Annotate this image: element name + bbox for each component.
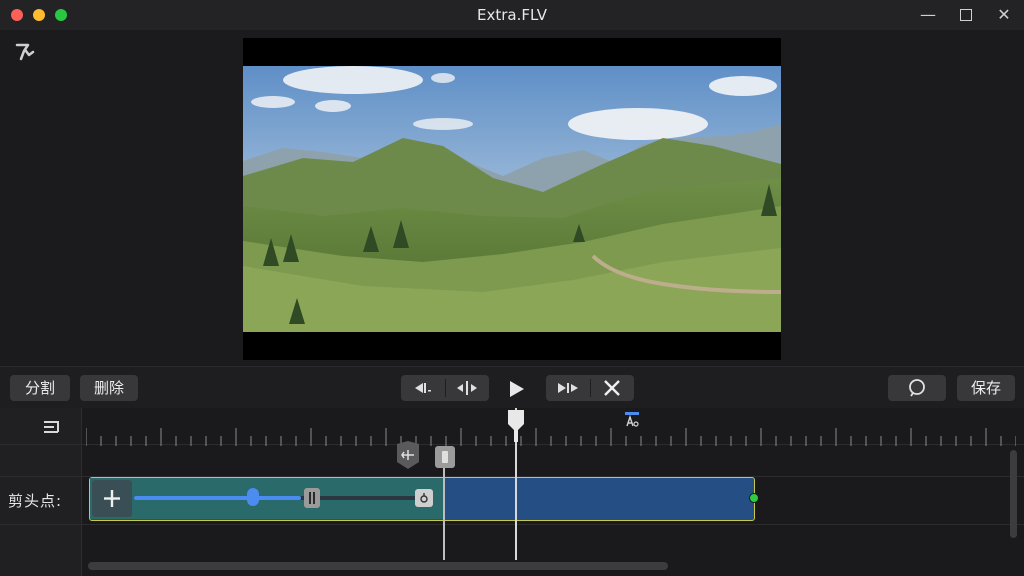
video-frame-landscape xyxy=(243,66,781,332)
cut-slider-track[interactable] xyxy=(134,496,422,500)
loop-icon xyxy=(420,493,428,503)
split-marker-icon[interactable] xyxy=(395,440,421,470)
cut-handle-grip-icon xyxy=(442,451,448,463)
scissors-icon[interactable] xyxy=(590,375,634,401)
trim-left-group xyxy=(401,375,489,401)
grip-icon xyxy=(309,492,315,504)
text-marker-icon[interactable] xyxy=(624,412,640,430)
title-bar: Extra.FLV — ✕ xyxy=(0,0,1024,30)
clip-end-point[interactable] xyxy=(749,493,759,503)
maximize-button[interactable] xyxy=(954,4,978,26)
playhead-handle[interactable] xyxy=(506,408,526,444)
trim-end-icon[interactable] xyxy=(546,375,590,401)
app-logo-icon[interactable] xyxy=(14,40,38,64)
maximize-icon xyxy=(960,9,972,21)
video-preview[interactable] xyxy=(243,38,781,360)
cut-handle[interactable] xyxy=(435,446,455,468)
cut-slider-fill xyxy=(134,496,302,500)
split-button[interactable]: 分割 xyxy=(10,375,70,401)
window-title: Extra.FLV xyxy=(477,6,547,24)
timeline-ruler[interactable] xyxy=(86,422,1016,446)
slider-end-handle[interactable] xyxy=(415,489,433,507)
comment-button[interactable] xyxy=(888,375,946,401)
editor-toolbar: 分割 删除 保存 xyxy=(0,366,1024,408)
timeline-panel[interactable]: 剪头点: xyxy=(0,408,1024,576)
play-icon[interactable] xyxy=(505,378,527,400)
snap-icon[interactable] xyxy=(40,418,64,436)
track-label: 剪头点: xyxy=(8,492,63,510)
minimize-button[interactable]: — xyxy=(916,4,940,26)
mid-handle[interactable] xyxy=(304,488,320,508)
trim-right-group xyxy=(546,375,634,401)
plus-icon xyxy=(104,490,120,507)
cut-slider-knob[interactable] xyxy=(247,488,259,506)
split-center-icon[interactable] xyxy=(445,375,489,401)
add-cut-point-button[interactable] xyxy=(92,480,132,517)
delete-button[interactable]: 删除 xyxy=(80,375,138,401)
trim-start-icon[interactable] xyxy=(401,375,445,401)
close-button[interactable]: ✕ xyxy=(992,4,1016,26)
save-button[interactable]: 保存 xyxy=(957,375,1015,401)
vertical-scrollbar[interactable] xyxy=(1010,450,1017,538)
row-divider xyxy=(0,524,1024,525)
comment-icon xyxy=(909,379,925,397)
horizontal-scrollbar[interactable] xyxy=(88,562,668,570)
cut-line xyxy=(443,458,445,560)
video-clip[interactable] xyxy=(89,477,759,521)
